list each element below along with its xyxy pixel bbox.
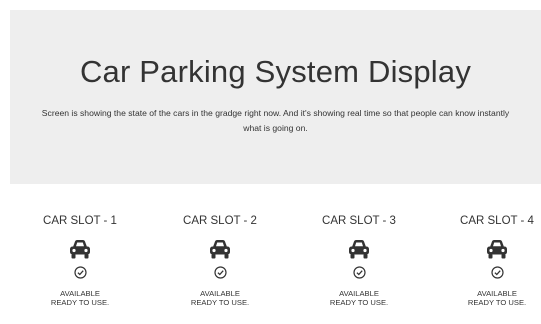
check-circle-icon <box>352 266 366 279</box>
car-icon <box>210 240 230 259</box>
check-circle-icon <box>73 266 87 279</box>
slot-status: AVAILABLE READY TO USE. <box>30 289 130 307</box>
car-slot-title: CAR SLOT - 2 <box>183 215 257 227</box>
parking-display-page: Car Parking System Display Screen is sho… <box>0 0 541 324</box>
car-slot-title: CAR SLOT - 3 <box>322 215 396 227</box>
check-circle-icon <box>213 266 227 279</box>
page-title: Car Parking System Display <box>79 54 472 89</box>
car-icon <box>70 240 90 259</box>
slot-status: AVAILABLE READY TO USE. <box>170 289 270 307</box>
car-slots-row: CAR SLOT - 1 AVAILABLE READY TO USE. CAR… <box>0 206 541 324</box>
car-slot-4: CAR SLOT - 4 AVAILABLE READY TO USE. <box>447 206 541 307</box>
slot-status: AVAILABLE READY TO USE. <box>447 289 541 307</box>
status-available: AVAILABLE <box>477 289 517 298</box>
check-circle-icon <box>490 266 504 279</box>
status-available: AVAILABLE <box>339 289 379 298</box>
car-slot-3: CAR SLOT - 3 AVAILABLE READY TO USE. <box>309 206 409 307</box>
car-slot-title: CAR SLOT - 4 <box>460 215 534 227</box>
car-icon <box>487 240 507 259</box>
slot-status: AVAILABLE READY TO USE. <box>309 289 409 307</box>
status-available: AVAILABLE <box>60 289 100 298</box>
status-ready: READY TO USE. <box>467 298 527 307</box>
page-description: Screen is showing the state of the cars … <box>41 108 510 133</box>
status-ready: READY TO USE. <box>50 298 110 307</box>
car-icon <box>349 240 369 259</box>
car-slot-1: CAR SLOT - 1 AVAILABLE READY TO USE. <box>30 206 130 307</box>
car-slot-2: CAR SLOT - 2 AVAILABLE READY TO USE. <box>170 206 270 307</box>
status-ready: READY TO USE. <box>190 298 250 307</box>
car-slot-title: CAR SLOT - 1 <box>43 215 117 227</box>
status-ready: READY TO USE. <box>329 298 389 307</box>
status-available: AVAILABLE <box>200 289 240 298</box>
hero-banner: Car Parking System Display Screen is sho… <box>10 10 541 184</box>
